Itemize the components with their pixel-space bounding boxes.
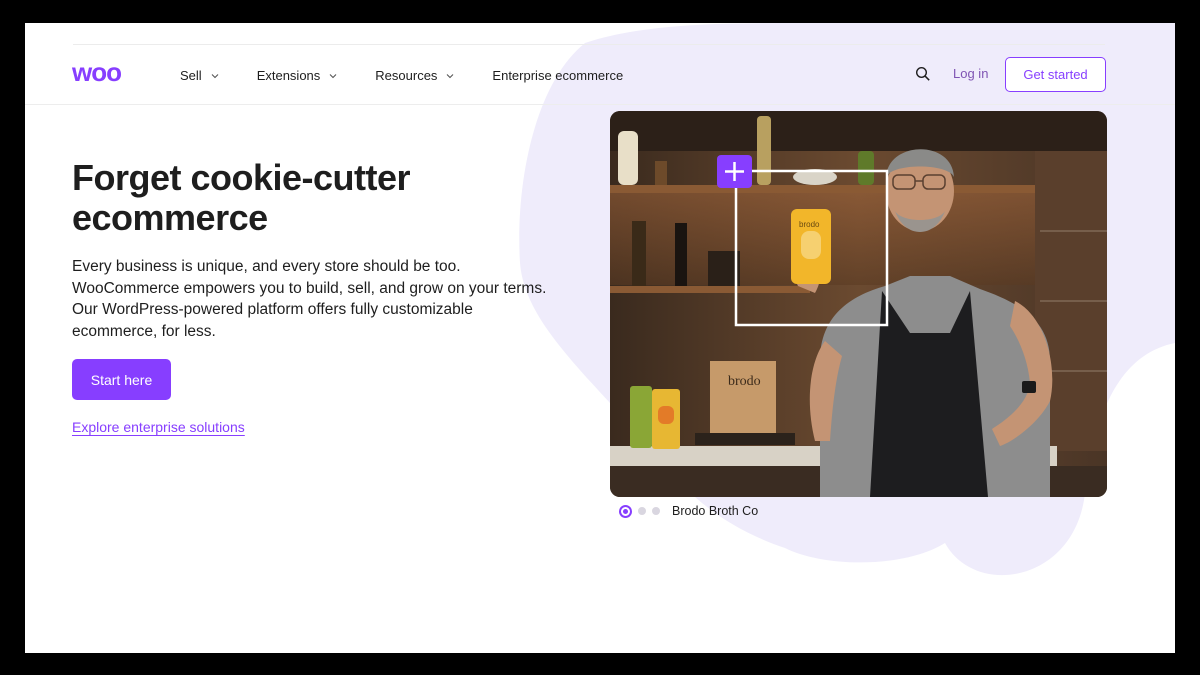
- nav-sell-label: Sell: [180, 67, 202, 83]
- carousel-dot-2[interactable]: [638, 507, 646, 515]
- svg-text:brodo: brodo: [799, 220, 820, 229]
- nav-resources[interactable]: Resources: [375, 68, 454, 83]
- login-link[interactable]: Log in: [953, 66, 988, 81]
- nav-enterprise-label: Enterprise ecommerce: [492, 67, 624, 83]
- nav-enterprise[interactable]: Enterprise ecommerce: [492, 68, 623, 83]
- nav-extensions[interactable]: Extensions: [257, 68, 338, 83]
- chevron-down-icon: [329, 73, 337, 78]
- chevron-down-icon: [211, 73, 219, 78]
- showcase-image: brodo brodo: [610, 111, 1107, 497]
- carousel-indicator: [619, 504, 666, 518]
- carousel-dot-3[interactable]: [652, 507, 660, 515]
- chevron-down-icon: [447, 73, 454, 78]
- start-here-button[interactable]: Start here: [72, 359, 171, 400]
- page: woo Sell Extensions Resources Enterprise…: [25, 23, 1175, 653]
- search-icon[interactable]: [915, 66, 931, 82]
- site-header: woo Sell Extensions Resources Enterprise…: [25, 45, 1175, 105]
- carousel-dot-1[interactable]: [619, 504, 632, 518]
- svg-text:woo: woo: [72, 60, 121, 86]
- showcase-caption: Brodo Broth Co: [672, 504, 759, 518]
- nav-sell[interactable]: Sell: [180, 68, 219, 83]
- hero-title: Forget cookie-cutter ecommerce: [72, 157, 411, 238]
- woo-logo[interactable]: woo: [72, 60, 144, 86]
- nav-resources-label: Resources: [375, 67, 438, 83]
- svg-text:brodo: brodo: [728, 374, 761, 389]
- main-nav: Sell Extensions Resources Enterprise eco…: [180, 45, 661, 105]
- get-started-button[interactable]: Get started: [1005, 57, 1106, 92]
- explore-enterprise-link[interactable]: Explore enterprise solutions: [72, 419, 245, 435]
- nav-extensions-label: Extensions: [256, 67, 321, 83]
- hero-description: Every business is unique, and every stor…: [72, 258, 547, 340]
